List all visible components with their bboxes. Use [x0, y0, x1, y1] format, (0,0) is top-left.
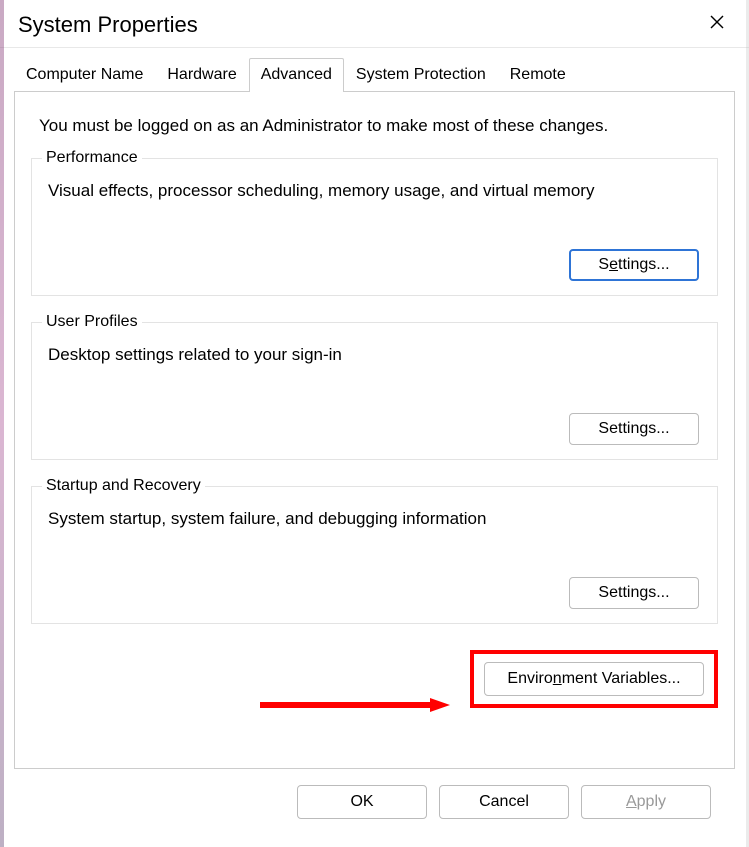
startup-settings-button[interactable]: Settings...: [569, 577, 699, 609]
env-variables-row: Environment Variables...: [31, 650, 718, 708]
environment-variables-button[interactable]: Environment Variables...: [484, 662, 704, 696]
tab-advanced[interactable]: Advanced: [249, 58, 344, 92]
group-user-profiles-desc: Desktop settings related to your sign-in: [48, 345, 701, 365]
group-performance-desc: Visual effects, processor scheduling, me…: [48, 181, 701, 201]
tab-strip: Computer Name Hardware Advanced System P…: [14, 58, 735, 91]
tab-hardware[interactable]: Hardware: [155, 58, 248, 91]
group-startup-desc: System startup, system failure, and debu…: [48, 509, 701, 529]
dialog-body: Computer Name Hardware Advanced System P…: [0, 48, 749, 819]
performance-settings-button[interactable]: Settings...: [569, 249, 699, 281]
tab-panel-advanced: You must be logged on as an Administrato…: [14, 91, 735, 769]
window-title: System Properties: [18, 12, 198, 38]
tab-remote[interactable]: Remote: [498, 58, 578, 91]
ok-button[interactable]: OK: [297, 785, 427, 819]
group-user-profiles: User Profiles Desktop settings related t…: [31, 322, 718, 460]
admin-notice: You must be logged on as an Administrato…: [39, 116, 710, 136]
user-profiles-settings-button[interactable]: Settings...: [569, 413, 699, 445]
tab-system-protection[interactable]: System Protection: [344, 58, 498, 91]
group-startup-legend: Startup and Recovery: [42, 477, 205, 495]
apply-button[interactable]: Apply: [581, 785, 711, 819]
close-icon[interactable]: [699, 10, 735, 39]
cancel-button[interactable]: Cancel: [439, 785, 569, 819]
title-bar: System Properties: [0, 0, 749, 48]
annotation-highlight-box: Environment Variables...: [470, 650, 718, 708]
group-performance-legend: Performance: [42, 149, 142, 167]
group-startup-recovery: Startup and Recovery System startup, sys…: [31, 486, 718, 624]
group-user-profiles-legend: User Profiles: [42, 313, 142, 331]
dialog-footer: OK Cancel Apply: [14, 769, 735, 819]
group-performance: Performance Visual effects, processor sc…: [31, 158, 718, 296]
tab-computer-name[interactable]: Computer Name: [14, 58, 155, 91]
